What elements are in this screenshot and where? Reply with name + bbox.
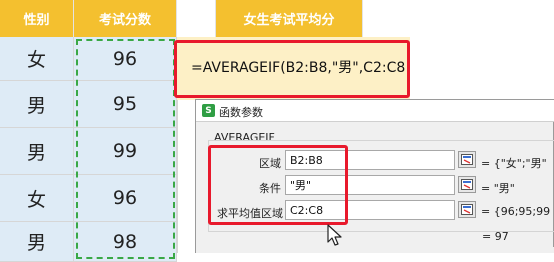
dialog-title: 函数参数 — [219, 106, 263, 119]
header-score[interactable]: 考试分数 — [74, 0, 177, 37]
title-cell[interactable]: 女生考试平均分 — [216, 0, 363, 37]
average-range-result: = {96;95;99 — [481, 205, 551, 218]
mouse-cursor-icon — [327, 224, 342, 246]
gender-cell[interactable]: 男 — [0, 128, 74, 175]
app-icon: S — [202, 104, 215, 117]
formula-highlight-box — [174, 40, 410, 98]
dialog-bottom-edge — [196, 247, 554, 253]
collapse-dialog-icon — [461, 154, 473, 165]
criteria-ref-button[interactable] — [458, 176, 476, 193]
empty-header-cell[interactable] — [177, 0, 216, 37]
formula-result: = 97 — [482, 230, 509, 243]
header-gender[interactable]: 性别 — [0, 0, 74, 37]
collapse-dialog-icon — [461, 204, 473, 215]
arguments-highlight-box — [208, 145, 348, 225]
criteria-result: = "男" — [481, 182, 515, 195]
gender-cell[interactable]: 男 — [0, 81, 74, 128]
range-result: = {"女";"男" — [481, 157, 547, 170]
gender-cell[interactable]: 女 — [0, 37, 74, 81]
gender-cell[interactable]: 女 — [0, 175, 74, 222]
range-ref-button[interactable] — [458, 151, 476, 168]
title-cell-right[interactable] — [363, 0, 554, 37]
collapse-dialog-icon — [461, 179, 473, 190]
gender-cell[interactable]: 男 — [0, 222, 74, 262]
copy-selection-outline — [76, 39, 175, 259]
average-range-ref-button[interactable] — [458, 201, 476, 218]
